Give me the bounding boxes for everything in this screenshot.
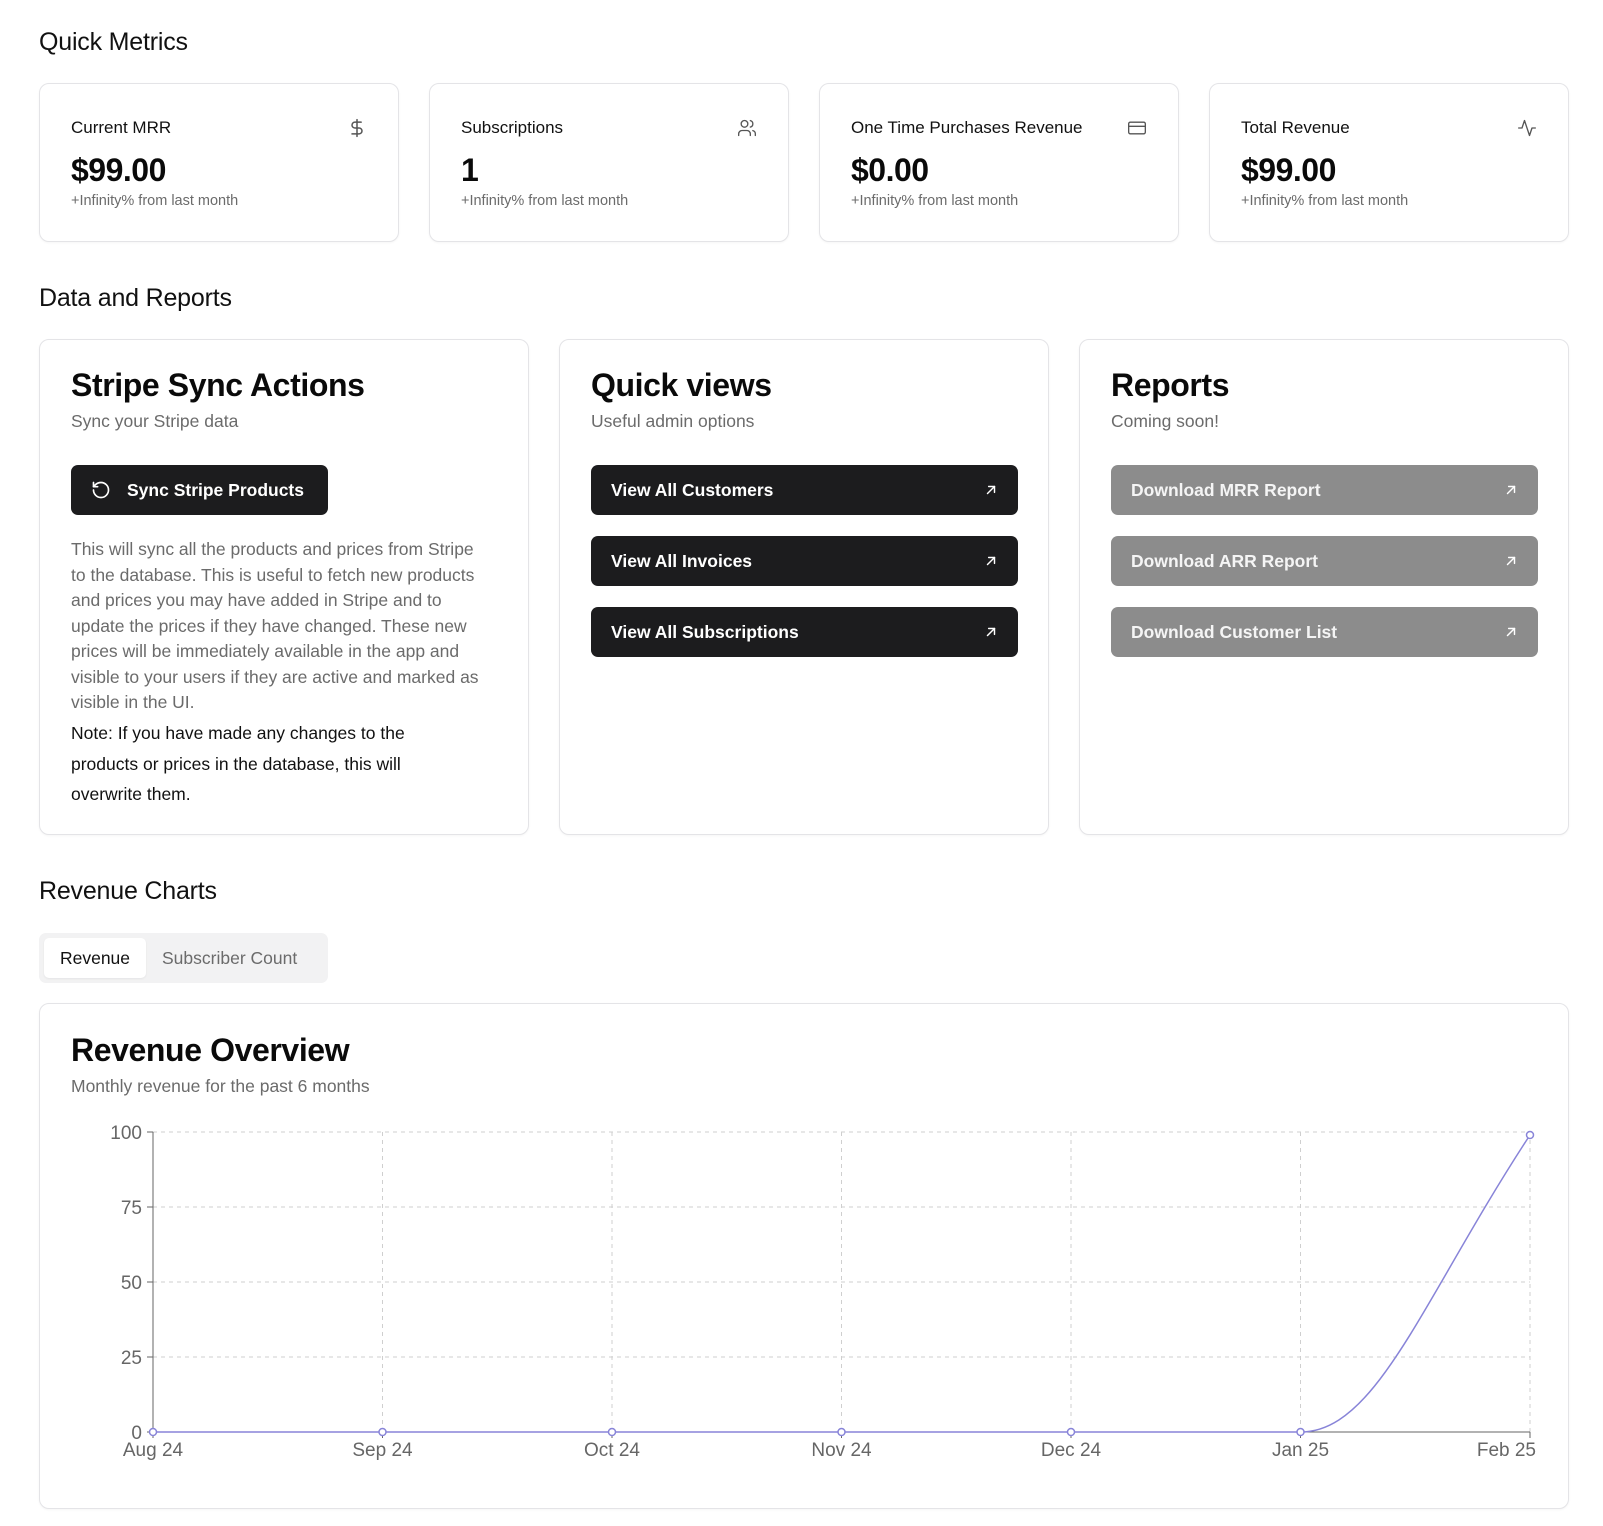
sync-note: Note: If you have made any changes to th… (71, 723, 405, 804)
arrow-up-right-icon (1506, 556, 1516, 566)
x-tick-label: Aug 24 (123, 1440, 184, 1461)
sync-stripe-products-button[interactable]: Sync Stripe Products (71, 465, 328, 515)
metric-card-subscriptions: Subscriptions 1 +Infinity% from last mon… (429, 83, 789, 242)
y-tick-label: 100 (110, 1123, 142, 1144)
download-mrr-report-button[interactable]: Download MRR Report (1111, 465, 1538, 515)
arrow-up-right-icon (1506, 485, 1516, 495)
metric-label: Subscriptions (461, 118, 564, 137)
download-customer-list-button[interactable]: Download Customer List (1111, 607, 1538, 657)
revenue-line-chart: 0255075100Aug 24 Sep 24 Oct 24 Nov 24 Dec 24… (110, 1123, 1536, 1461)
tab-subscriber-count[interactable]: Subscriber Count (162, 938, 297, 978)
metric-change: +Infinity% from last month (461, 193, 629, 209)
view-all-customers-button[interactable]: View All Customers (591, 465, 1018, 515)
metric-value: $0.00 (851, 152, 929, 188)
quick-views-card: Quick views Useful admin options View Al… (559, 339, 1049, 835)
data-point (378, 1427, 387, 1437)
arrow-up-right-icon (986, 485, 996, 495)
button-label: View All Invoices (611, 550, 753, 571)
data-and-reports-heading: Data and Reports (39, 284, 232, 312)
y-tick-label: 25 (121, 1348, 142, 1369)
metric-value: 1 (461, 152, 479, 188)
stripe-sync-card: Stripe Sync Actions Sync your Stripe dat… (39, 339, 529, 835)
y-tick-label: 50 (121, 1273, 142, 1294)
data-point (607, 1427, 617, 1437)
view-all-invoices-button[interactable]: View All Invoices (591, 536, 1018, 586)
card-subtitle: Useful admin options (591, 411, 755, 431)
revenue-overview-card: Revenue Overview Monthly revenue for the… (39, 1003, 1569, 1509)
download-arr-report-button[interactable]: Download ARR Report (1111, 536, 1538, 586)
metric-value: $99.00 (71, 152, 166, 188)
arrow-up-right-icon (1506, 627, 1516, 637)
data-point (148, 1427, 158, 1437)
view-all-subscriptions-button[interactable]: View All Subscriptions (591, 607, 1018, 657)
metric-label: Current MRR (71, 118, 172, 137)
sync-description: This will sync all the products and pric… (71, 539, 479, 712)
card-title: Quick views (591, 367, 772, 403)
revenue-series-line (153, 1134, 1531, 1433)
metric-card-current-mrr: Current MRR $99.00 +Infinity% from last … (39, 83, 399, 242)
chart-tabs: Revenue Subscriber Count (39, 933, 328, 983)
activity-icon (1518, 119, 1536, 137)
x-tick-label: Feb 25 (1477, 1440, 1536, 1461)
metric-label: One Time Purchases Revenue (851, 118, 1083, 137)
card-title: Reports (1111, 367, 1230, 403)
reports-card: Reports Coming soon! Download MRR Report… (1079, 339, 1569, 835)
metric-value: $99.00 (1241, 152, 1336, 188)
x-tick-label: Nov 24 (811, 1440, 872, 1461)
dollar-icon (351, 118, 363, 138)
x-tick-label: Jan 25 (1272, 1440, 1329, 1461)
metric-change: +Infinity% from last month (851, 193, 1019, 209)
metric-card-total-revenue: Total Revenue $99.00 +Infinity% from las… (1209, 83, 1569, 242)
arrow-up-right-icon (986, 556, 996, 566)
button-label: Sync Stripe Products (127, 479, 304, 500)
metric-card-one-time-purchases: One Time Purchases Revenue $0.00 +Infini… (819, 83, 1179, 242)
card-subtitle: Sync your Stripe data (71, 411, 239, 431)
x-tick-label: Sep 24 (352, 1440, 413, 1461)
data-point (1296, 1427, 1305, 1437)
x-tick-label: Dec 24 (1041, 1440, 1102, 1461)
button-label: Download MRR Report (1131, 479, 1321, 500)
metric-label: Total Revenue (1241, 118, 1350, 137)
button-label: View All Customers (611, 479, 774, 500)
card-subtitle: Coming soon! (1111, 411, 1219, 431)
y-tick-label: 75 (121, 1198, 142, 1219)
button-label: Download ARR Report (1131, 550, 1318, 571)
metric-change: +Infinity% from last month (1241, 193, 1409, 209)
users-icon (738, 119, 756, 137)
metric-change: +Infinity% from last month (71, 193, 239, 209)
revenue-charts-heading: Revenue Charts (39, 877, 217, 905)
x-tick-label: Oct 24 (584, 1440, 640, 1461)
button-label: View All Subscriptions (611, 621, 799, 642)
tab-revenue[interactable]: Revenue (44, 938, 146, 978)
card-title: Stripe Sync Actions (71, 367, 365, 403)
button-label: Download Customer List (1131, 621, 1338, 642)
data-point (1525, 1130, 1535, 1140)
data-point (1066, 1427, 1076, 1437)
refresh-icon (92, 481, 110, 499)
credit-card-icon (1128, 121, 1146, 135)
data-point (837, 1427, 846, 1437)
arrow-up-right-icon (986, 627, 996, 637)
quick-metrics-heading: Quick Metrics (39, 28, 188, 56)
